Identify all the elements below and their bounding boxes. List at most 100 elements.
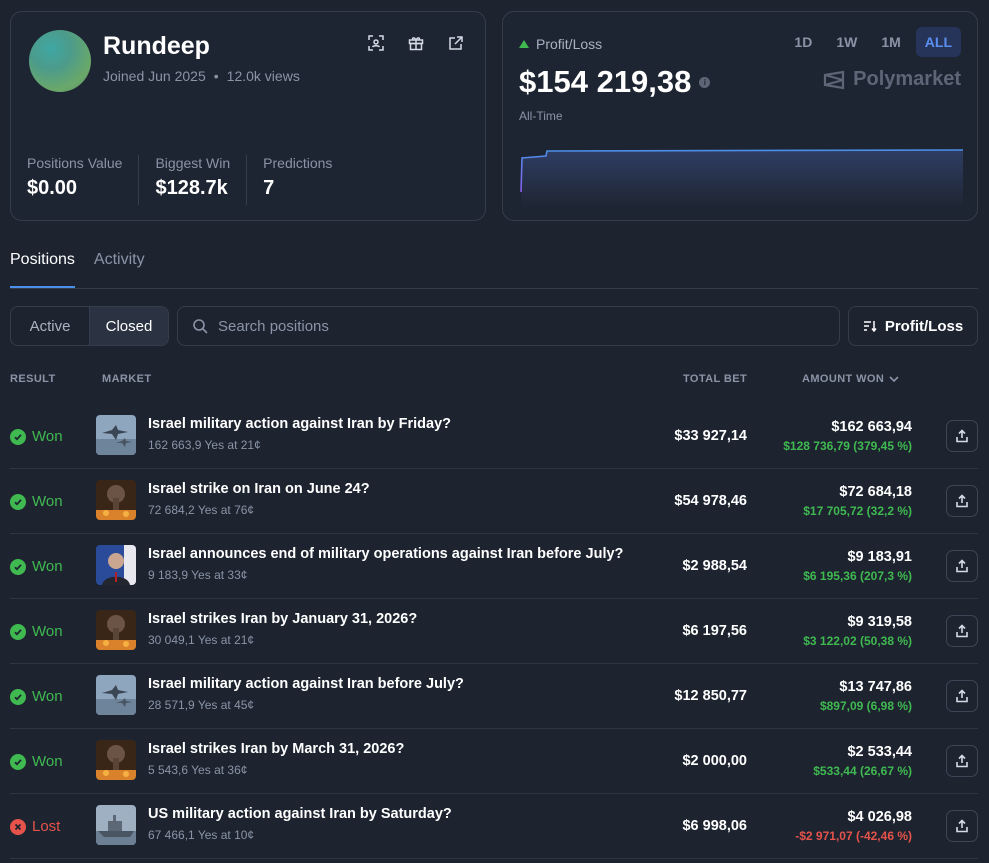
market-title[interactable]: Israel announces end of military operati… (148, 546, 623, 562)
market-shares: 28 571,9 Yes at 45¢ (148, 698, 255, 712)
pnl-chart-area (521, 150, 963, 208)
result-badge: Won (10, 493, 63, 510)
share-button[interactable] (946, 485, 978, 517)
pnl-label-text: Profit/Loss (536, 36, 603, 52)
share-icon (956, 429, 968, 443)
pnl-period: All-Time (519, 109, 563, 123)
range-1w[interactable]: 1W (827, 27, 866, 57)
amount-won: $13 747,86 (839, 679, 912, 695)
stat-biggest-win: Biggest Win $128.7k (155, 155, 248, 205)
stat-label: Positions Value (27, 155, 123, 171)
market-title[interactable]: Israel strike on Iran on June 24? (148, 481, 370, 497)
stat-value: $0.00 (27, 177, 78, 199)
market-shares: 30 049,1 Yes at 21¢ (148, 633, 255, 647)
pnl-value: $154 219,38 i (519, 64, 711, 100)
market-thumbnail (96, 805, 136, 845)
stat-value: 7 (263, 177, 275, 199)
share-button[interactable] (946, 810, 978, 842)
profile-card: Rundeep Joined Jun 2025 • 12.0k views Posi… (10, 11, 486, 221)
market-thumbnail (96, 480, 136, 520)
tab-activity[interactable]: Activity (94, 251, 145, 288)
result-label: Won (32, 558, 63, 575)
result-label: Won (32, 688, 63, 705)
check-circle-icon (10, 558, 26, 575)
total-bet: $12 850,77 (674, 688, 747, 704)
check-circle-icon (10, 688, 26, 705)
chevron-down-icon (889, 375, 899, 382)
share-button[interactable] (946, 680, 978, 712)
info-icon[interactable]: i (699, 76, 711, 88)
profile-stats: Positions Value $0.00 Biggest Win $128.7… (27, 155, 364, 205)
table-row[interactable]: Lost US military action against Iran by S… (10, 794, 978, 859)
result-label: Lost (32, 818, 61, 835)
status-segmented-control: Active Closed (10, 306, 169, 346)
table-row[interactable]: Won Israel strikes Iran by January 31, 20… (10, 599, 978, 664)
total-bet: $6 998,06 (682, 818, 747, 834)
share-button[interactable] (946, 615, 978, 647)
market-shares: 9 183,9 Yes at 33¢ (148, 568, 248, 582)
table-row[interactable]: Won Israel military action against Iran b… (10, 664, 978, 729)
check-circle-icon (10, 623, 26, 640)
market-title[interactable]: US military action against Iran by Satur… (148, 806, 452, 822)
market-thumbnail (96, 415, 136, 455)
result-label: Won (32, 493, 63, 510)
share-button[interactable] (946, 420, 978, 452)
polymarket-logo: Polymarket (823, 68, 961, 91)
table-row[interactable]: Won Israel strike on Iran on June 24? 72 6… (10, 469, 978, 534)
market-title[interactable]: Israel military action against Iran befo… (148, 676, 464, 692)
segment-closed[interactable]: Closed (89, 307, 168, 345)
market-thumbnail (96, 610, 136, 650)
col-header-amount-won[interactable]: AMOUNT WON (802, 373, 899, 385)
stat-positions-value: Positions Value $0.00 (27, 155, 140, 205)
profit-loss: $17 705,72 (32,2 %) (803, 504, 912, 518)
view-count: 12.0k views (226, 68, 300, 84)
profit-loss: -$2 971,07 (-42,46 %) (795, 829, 912, 843)
market-shares: 72 684,2 Yes at 76¢ (148, 503, 255, 517)
search-icon (193, 319, 208, 334)
market-title[interactable]: Israel strikes Iran by March 31, 2026? (148, 741, 404, 757)
brand-name: Polymarket (853, 68, 961, 90)
username: Rundeep (103, 32, 210, 60)
result-badge: Lost (10, 818, 60, 835)
avatar (29, 30, 91, 92)
total-bet: $33 927,14 (674, 428, 747, 444)
col-header-total-bet[interactable]: TOTAL BET (683, 373, 747, 385)
pnl-label: Profit/Loss (519, 36, 602, 52)
table-row[interactable]: Won Israel military action against Iran b… (10, 404, 978, 469)
market-shares: 67 466,1 Yes at 10¢ (148, 828, 255, 842)
share-button[interactable] (946, 745, 978, 777)
joined-date: Joined Jun 2025 (103, 68, 206, 84)
total-bet: $6 197,56 (682, 623, 747, 639)
market-shares: 162 663,9 Yes at 21¢ (148, 438, 261, 452)
range-all[interactable]: ALL (915, 27, 961, 57)
market-title[interactable]: Israel strikes Iran by January 31, 2026? (148, 611, 417, 627)
sort-button[interactable]: Profit/Loss (848, 306, 978, 346)
segment-active[interactable]: Active (11, 307, 89, 345)
share-button[interactable] (946, 550, 978, 582)
range-1m[interactable]: 1M (872, 27, 909, 57)
result-badge: Won (10, 753, 63, 770)
amount-won: $162 663,94 (831, 419, 912, 435)
market-thumbnail (96, 675, 136, 715)
market-title[interactable]: Israel military action against Iran by F… (148, 416, 451, 432)
stat-label: Biggest Win (155, 155, 231, 171)
profile-actions (367, 34, 465, 52)
share-icon (956, 689, 968, 703)
scan-icon[interactable] (367, 34, 385, 52)
main-tabs: Positions Activity (10, 251, 978, 289)
external-link-icon[interactable] (447, 34, 465, 52)
tab-positions[interactable]: Positions (10, 251, 75, 288)
profit-loss: $533,44 (26,67 %) (813, 764, 912, 778)
profile-meta: Joined Jun 2025 • 12.0k views (103, 68, 300, 84)
stat-predictions: Predictions 7 (263, 155, 348, 205)
amount-won: $9 319,58 (847, 614, 912, 630)
profit-loss: $6 195,36 (207,3 %) (803, 569, 912, 583)
search-input[interactable] (218, 317, 818, 335)
share-icon (956, 624, 968, 638)
pnl-card: Profit/Loss $154 219,38 i All-Time 1D 1W… (502, 11, 978, 221)
table-row[interactable]: Won Israel strikes Iran by March 31, 2026… (10, 729, 978, 794)
gift-icon[interactable] (407, 34, 425, 52)
range-1d[interactable]: 1D (785, 27, 821, 57)
table-row[interactable]: Won Israel announces end of military oper… (10, 534, 978, 599)
profit-loss: $3 122,02 (50,38 %) (803, 634, 912, 648)
